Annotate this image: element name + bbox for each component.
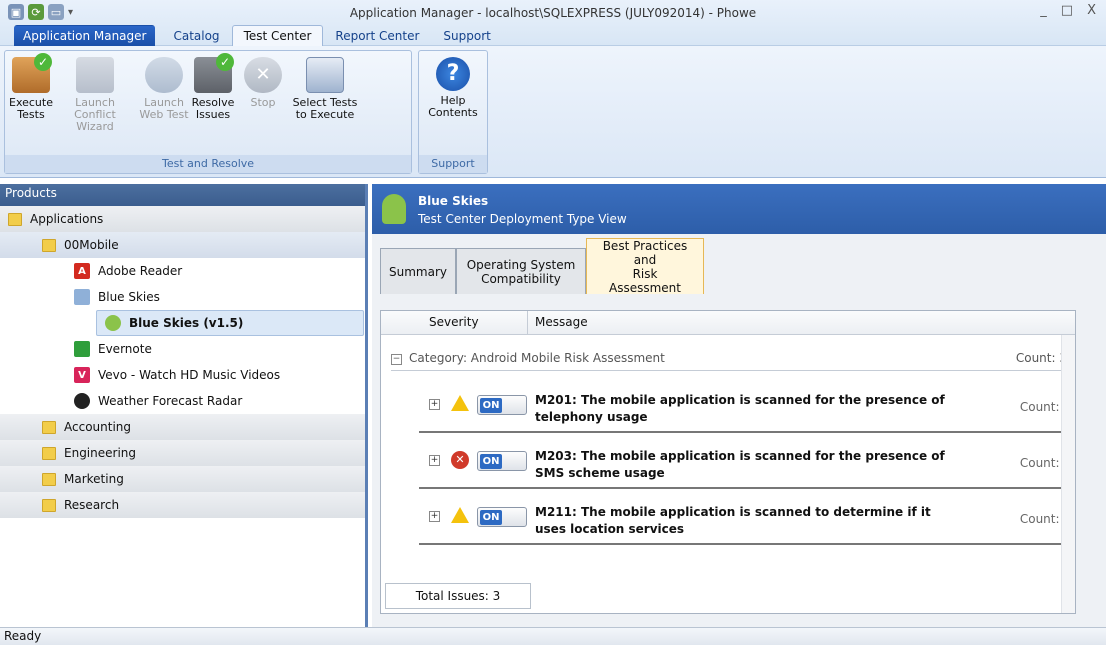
issue-toggle[interactable]: ON [477, 395, 527, 415]
issue-toggle[interactable]: ON [477, 451, 527, 471]
help-contents-button[interactable]: ? Help Contents [427, 57, 479, 119]
tree-item-evernote[interactable]: Evernote [0, 336, 365, 362]
column-severity[interactable]: Severity [429, 315, 479, 329]
group-label: Test and Resolve [5, 155, 411, 173]
category-row[interactable]: − Category: Android Mobile Risk Assessme… [391, 349, 1071, 371]
detail-title: Blue Skies [418, 194, 489, 208]
tree-item-00mobile[interactable]: 00Mobile [0, 232, 365, 258]
web-test-icon [145, 57, 183, 93]
weather-icon [74, 393, 90, 409]
tab-application-manager[interactable]: Application Manager [14, 25, 156, 47]
title-bar: ▣ ⟳ ▭ ▾ Application Manager - localhost\… [0, 0, 1106, 47]
stop-button[interactable]: ✕ Stop [241, 57, 285, 109]
evernote-icon [74, 341, 90, 357]
tab-best-practices[interactable]: Best Practices and Risk Assessment [586, 238, 704, 295]
tab-report-center[interactable]: Report Center [323, 25, 431, 47]
select-tests-icon [306, 57, 344, 93]
execute-tests-icon: ✓ [12, 53, 52, 93]
tab-catalog[interactable]: Catalog [161, 25, 231, 47]
products-header: Products [0, 184, 365, 206]
category-count: Count: 3 [1015, 351, 1067, 365]
resolve-issues-button[interactable]: ✓ Resolve Issues [181, 53, 245, 121]
vertical-scrollbar[interactable] [1061, 335, 1075, 613]
tab-support[interactable]: Support [431, 25, 502, 47]
grid-header: Severity Message [381, 311, 1075, 335]
total-issues: Total Issues: 3 [385, 583, 531, 609]
tree-item-engineering[interactable]: Engineering [0, 440, 365, 466]
vevo-icon: V [74, 367, 90, 383]
select-tests-to-execute-button[interactable]: Select Tests to Execute [289, 57, 361, 121]
column-message[interactable]: Message [535, 315, 588, 329]
help-icon: ? [436, 57, 470, 91]
maximize-button[interactable]: □ [1061, 3, 1073, 18]
issue-row[interactable]: + ON M211: The mobile application is sca… [419, 495, 1071, 545]
stop-icon: ✕ [244, 57, 282, 93]
ribbon-tabs: Application Manager Catalog Test Center … [14, 23, 503, 47]
adobe-reader-icon: A [74, 263, 90, 279]
warning-icon [451, 507, 469, 523]
tab-test-center[interactable]: Test Center [231, 25, 324, 47]
status-bar: Ready [0, 627, 1106, 645]
launch-conflict-wizard-button[interactable]: Launch Conflict Wizard [55, 57, 135, 133]
issue-message: M201: The mobile application is scanned … [535, 393, 945, 424]
expand-icon[interactable]: + [429, 455, 440, 466]
tree-item-applications[interactable]: Applications [0, 206, 365, 232]
close-button[interactable]: X [1087, 3, 1096, 18]
tree-item-marketing[interactable]: Marketing [0, 466, 365, 492]
collapse-icon[interactable]: − [391, 354, 402, 365]
group-test-and-resolve: ✓ Execute Tests Launch Conflict Wizard Lau… [4, 50, 412, 174]
folder-icon [8, 212, 22, 226]
tree-item-accounting[interactable]: Accounting [0, 414, 365, 440]
warning-icon [451, 395, 469, 411]
tree-item-adobe-reader[interactable]: A Adobe Reader [0, 258, 365, 284]
folder-icon [42, 472, 56, 486]
issues-grid: Severity Message − Category: Android Mob… [380, 310, 1076, 614]
group-support: ? Help Contents Support [418, 50, 488, 174]
tab-summary[interactable]: Summary [380, 248, 456, 294]
conflict-wizard-icon [76, 57, 114, 93]
category-label: Category: Android Mobile Risk Assessment [409, 351, 665, 365]
window-controls: _ □ X [1040, 3, 1096, 18]
expand-icon[interactable]: + [429, 399, 440, 410]
ribbon: ✓ Execute Tests Launch Conflict Wizard Lau… [0, 46, 1106, 178]
minimize-button[interactable]: _ [1040, 3, 1047, 18]
detail-pane: Blue Skies Test Center Deployment Type V… [372, 184, 1106, 627]
tree-item-blue-skies[interactable]: Blue Skies [0, 284, 365, 310]
window-title: Application Manager - localhost\SQLEXPRE… [349, 6, 757, 20]
issue-message: M203: The mobile application is scanned … [535, 449, 945, 480]
blue-skies-icon [74, 289, 90, 305]
tree-item-blue-skies-v15[interactable]: Blue Skies (v1.5) [96, 310, 364, 336]
detail-header: Blue Skies Test Center Deployment Type V… [372, 184, 1106, 234]
folder-icon [42, 238, 56, 252]
issue-row[interactable]: + ON M201: The mobile application is sca… [419, 383, 1071, 433]
android-icon [382, 194, 406, 224]
detail-subtitle: Test Center Deployment Type View [418, 212, 627, 226]
error-icon: ✕ [451, 451, 469, 469]
tab-os-compatibility[interactable]: Operating System Compatibility [456, 248, 586, 294]
folder-icon [42, 498, 56, 512]
products-pane: Products Applications 00Mobile A Adobe Re… [0, 184, 368, 627]
group-label: Support [419, 155, 487, 173]
execute-tests-button[interactable]: ✓ Execute Tests [5, 53, 57, 121]
folder-icon [42, 420, 56, 434]
tree-item-vevo[interactable]: V Vevo - Watch HD Music Videos [0, 362, 365, 388]
android-icon [105, 315, 121, 331]
issue-toggle[interactable]: ON [477, 507, 527, 527]
tree-item-weather-forecast-radar[interactable]: Weather Forecast Radar [0, 388, 365, 414]
tree-item-research[interactable]: Research [0, 492, 365, 518]
folder-icon [42, 446, 56, 460]
detail-tabs: Summary Operating System Compatibility Be… [380, 238, 704, 295]
expand-icon[interactable]: + [429, 511, 440, 522]
resolve-issues-icon: ✓ [194, 53, 234, 93]
issue-row[interactable]: + ✕ ON M203: The mobile application is s… [419, 439, 1071, 489]
issue-message: M211: The mobile application is scanned … [535, 505, 931, 536]
